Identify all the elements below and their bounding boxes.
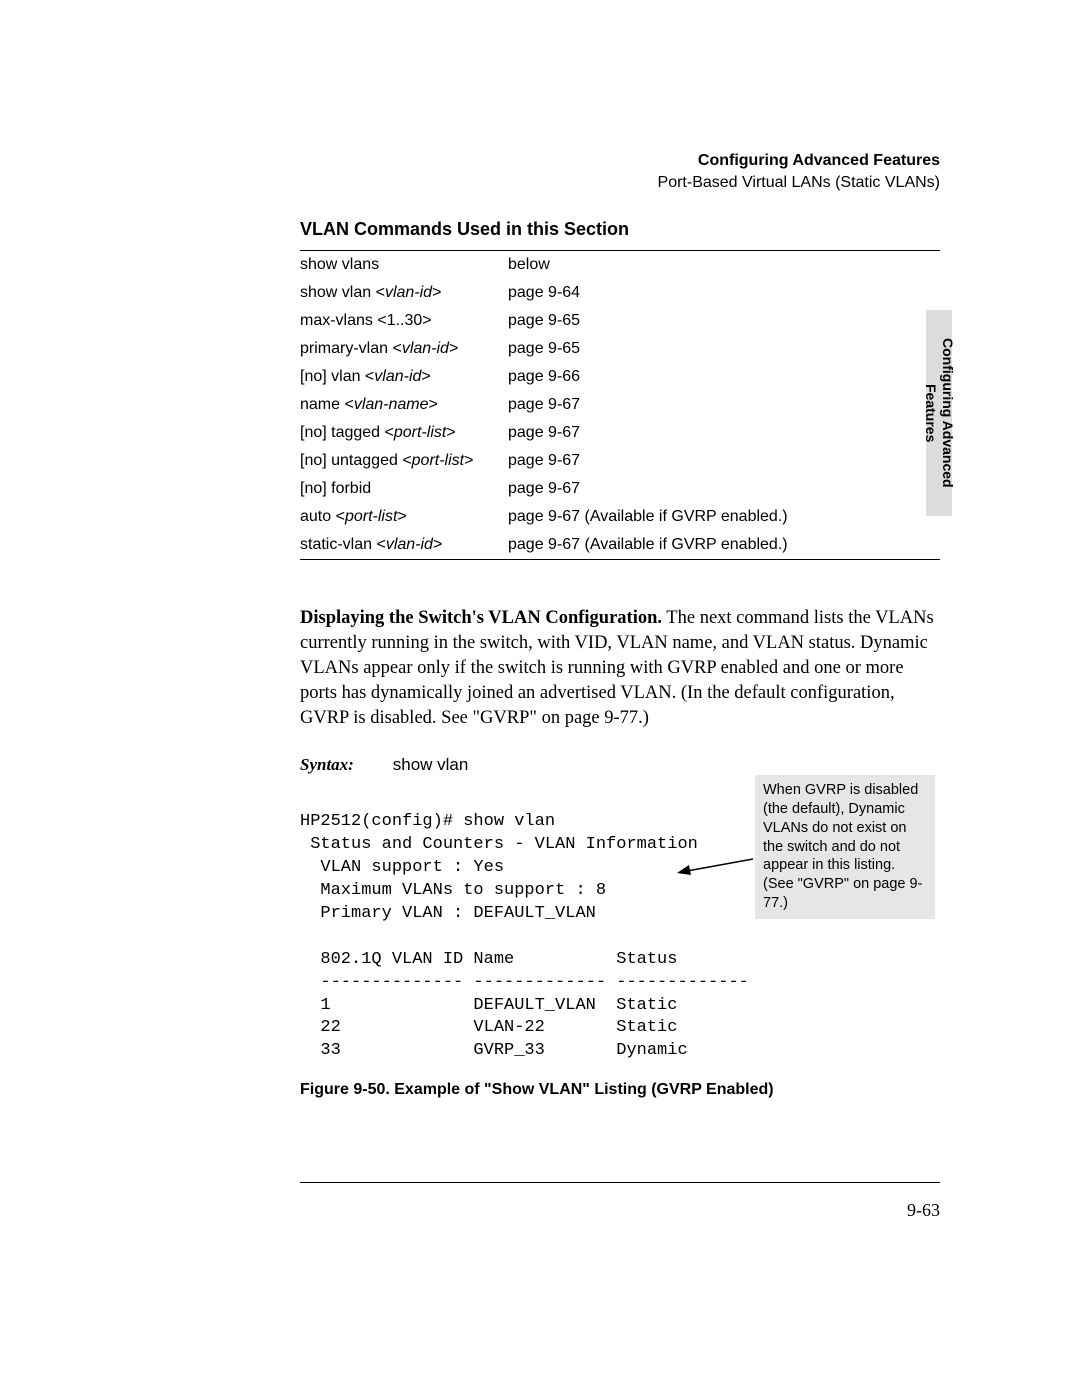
table-row: auto <port-list>page 9-67 (Available if … <box>300 503 940 531</box>
table-row: [no] forbidpage 9-67 <box>300 475 940 503</box>
section-title: VLAN Commands Used in this Section <box>300 219 940 240</box>
side-tab: Configuring Advanced Features <box>926 310 952 516</box>
syntax-label: Syntax: <box>300 755 388 775</box>
reference-cell: page 9-67 <box>508 391 940 419</box>
reference-cell: page 9-65 <box>508 335 940 363</box>
figure-caption: Figure 9-50. Example of "Show VLAN" List… <box>300 1081 940 1099</box>
callout-arrow-icon <box>675 855 755 879</box>
header-title: Configuring Advanced Features <box>300 150 940 172</box>
page-number: 9-63 <box>907 1200 940 1221</box>
command-cell: [no] tagged <port-list> <box>300 419 508 447</box>
table-row: max-vlans <1..30>page 9-65 <box>300 307 940 335</box>
table-row: show vlan <vlan-id>page 9-64 <box>300 279 940 307</box>
reference-cell: page 9-67 <box>508 447 940 475</box>
body-paragraph: Displaying the Switch's VLAN Configurati… <box>300 606 940 731</box>
table-row: [no] vlan <vlan-id>page 9-66 <box>300 363 940 391</box>
table-row: show vlansbelow <box>300 251 940 280</box>
reference-cell: page 9-67 <box>508 419 940 447</box>
reference-cell: page 9-66 <box>508 363 940 391</box>
reference-cell: page 9-64 <box>508 279 940 307</box>
document-page: Configuring Advanced Features Port-Based… <box>0 0 1080 1397</box>
header-subtitle: Port-Based Virtual LANs (Static VLANs) <box>300 172 940 194</box>
syntax-command: show vlan <box>393 755 469 774</box>
callout-box: When GVRP is disabled (the default), Dyn… <box>755 775 935 919</box>
command-cell: max-vlans <1..30> <box>300 307 508 335</box>
command-cell: primary-vlan <vlan-id> <box>300 335 508 363</box>
reference-cell: page 9-65 <box>508 307 940 335</box>
table-row: static-vlan <vlan-id>page 9-67 (Availabl… <box>300 531 940 560</box>
footer-rule <box>300 1182 940 1183</box>
table-row: [no] tagged <port-list>page 9-67 <box>300 419 940 447</box>
command-cell: [no] vlan <vlan-id> <box>300 363 508 391</box>
para-lead: Displaying the Switch's VLAN Configurati… <box>300 608 662 628</box>
command-cell: show vlan <vlan-id> <box>300 279 508 307</box>
table-row: primary-vlan <vlan-id>page 9-65 <box>300 335 940 363</box>
reference-cell: page 9-67 <box>508 475 940 503</box>
command-cell: auto <port-list> <box>300 503 508 531</box>
callout-text: When GVRP is disabled (the default), Dyn… <box>755 775 935 919</box>
table-row: name <vlan-name>page 9-67 <box>300 391 940 419</box>
reference-cell: page 9-67 (Available if GVRP enabled.) <box>508 531 940 560</box>
command-cell: [no] forbid <box>300 475 508 503</box>
running-header: Configuring Advanced Features Port-Based… <box>300 150 940 193</box>
table-row: [no] untagged <port-list>page 9-67 <box>300 447 940 475</box>
reference-cell: page 9-67 (Available if GVRP enabled.) <box>508 503 940 531</box>
command-cell: static-vlan <vlan-id> <box>300 531 508 560</box>
command-cell: name <vlan-name> <box>300 391 508 419</box>
syntax-line: Syntax: show vlan <box>300 755 940 775</box>
command-cell: [no] untagged <port-list> <box>300 447 508 475</box>
reference-cell: below <box>508 251 940 280</box>
command-table: show vlansbelowshow vlan <vlan-id>page 9… <box>300 250 940 560</box>
side-tab-label: Configuring Advanced Features <box>922 310 956 516</box>
command-cell: show vlans <box>300 251 508 280</box>
